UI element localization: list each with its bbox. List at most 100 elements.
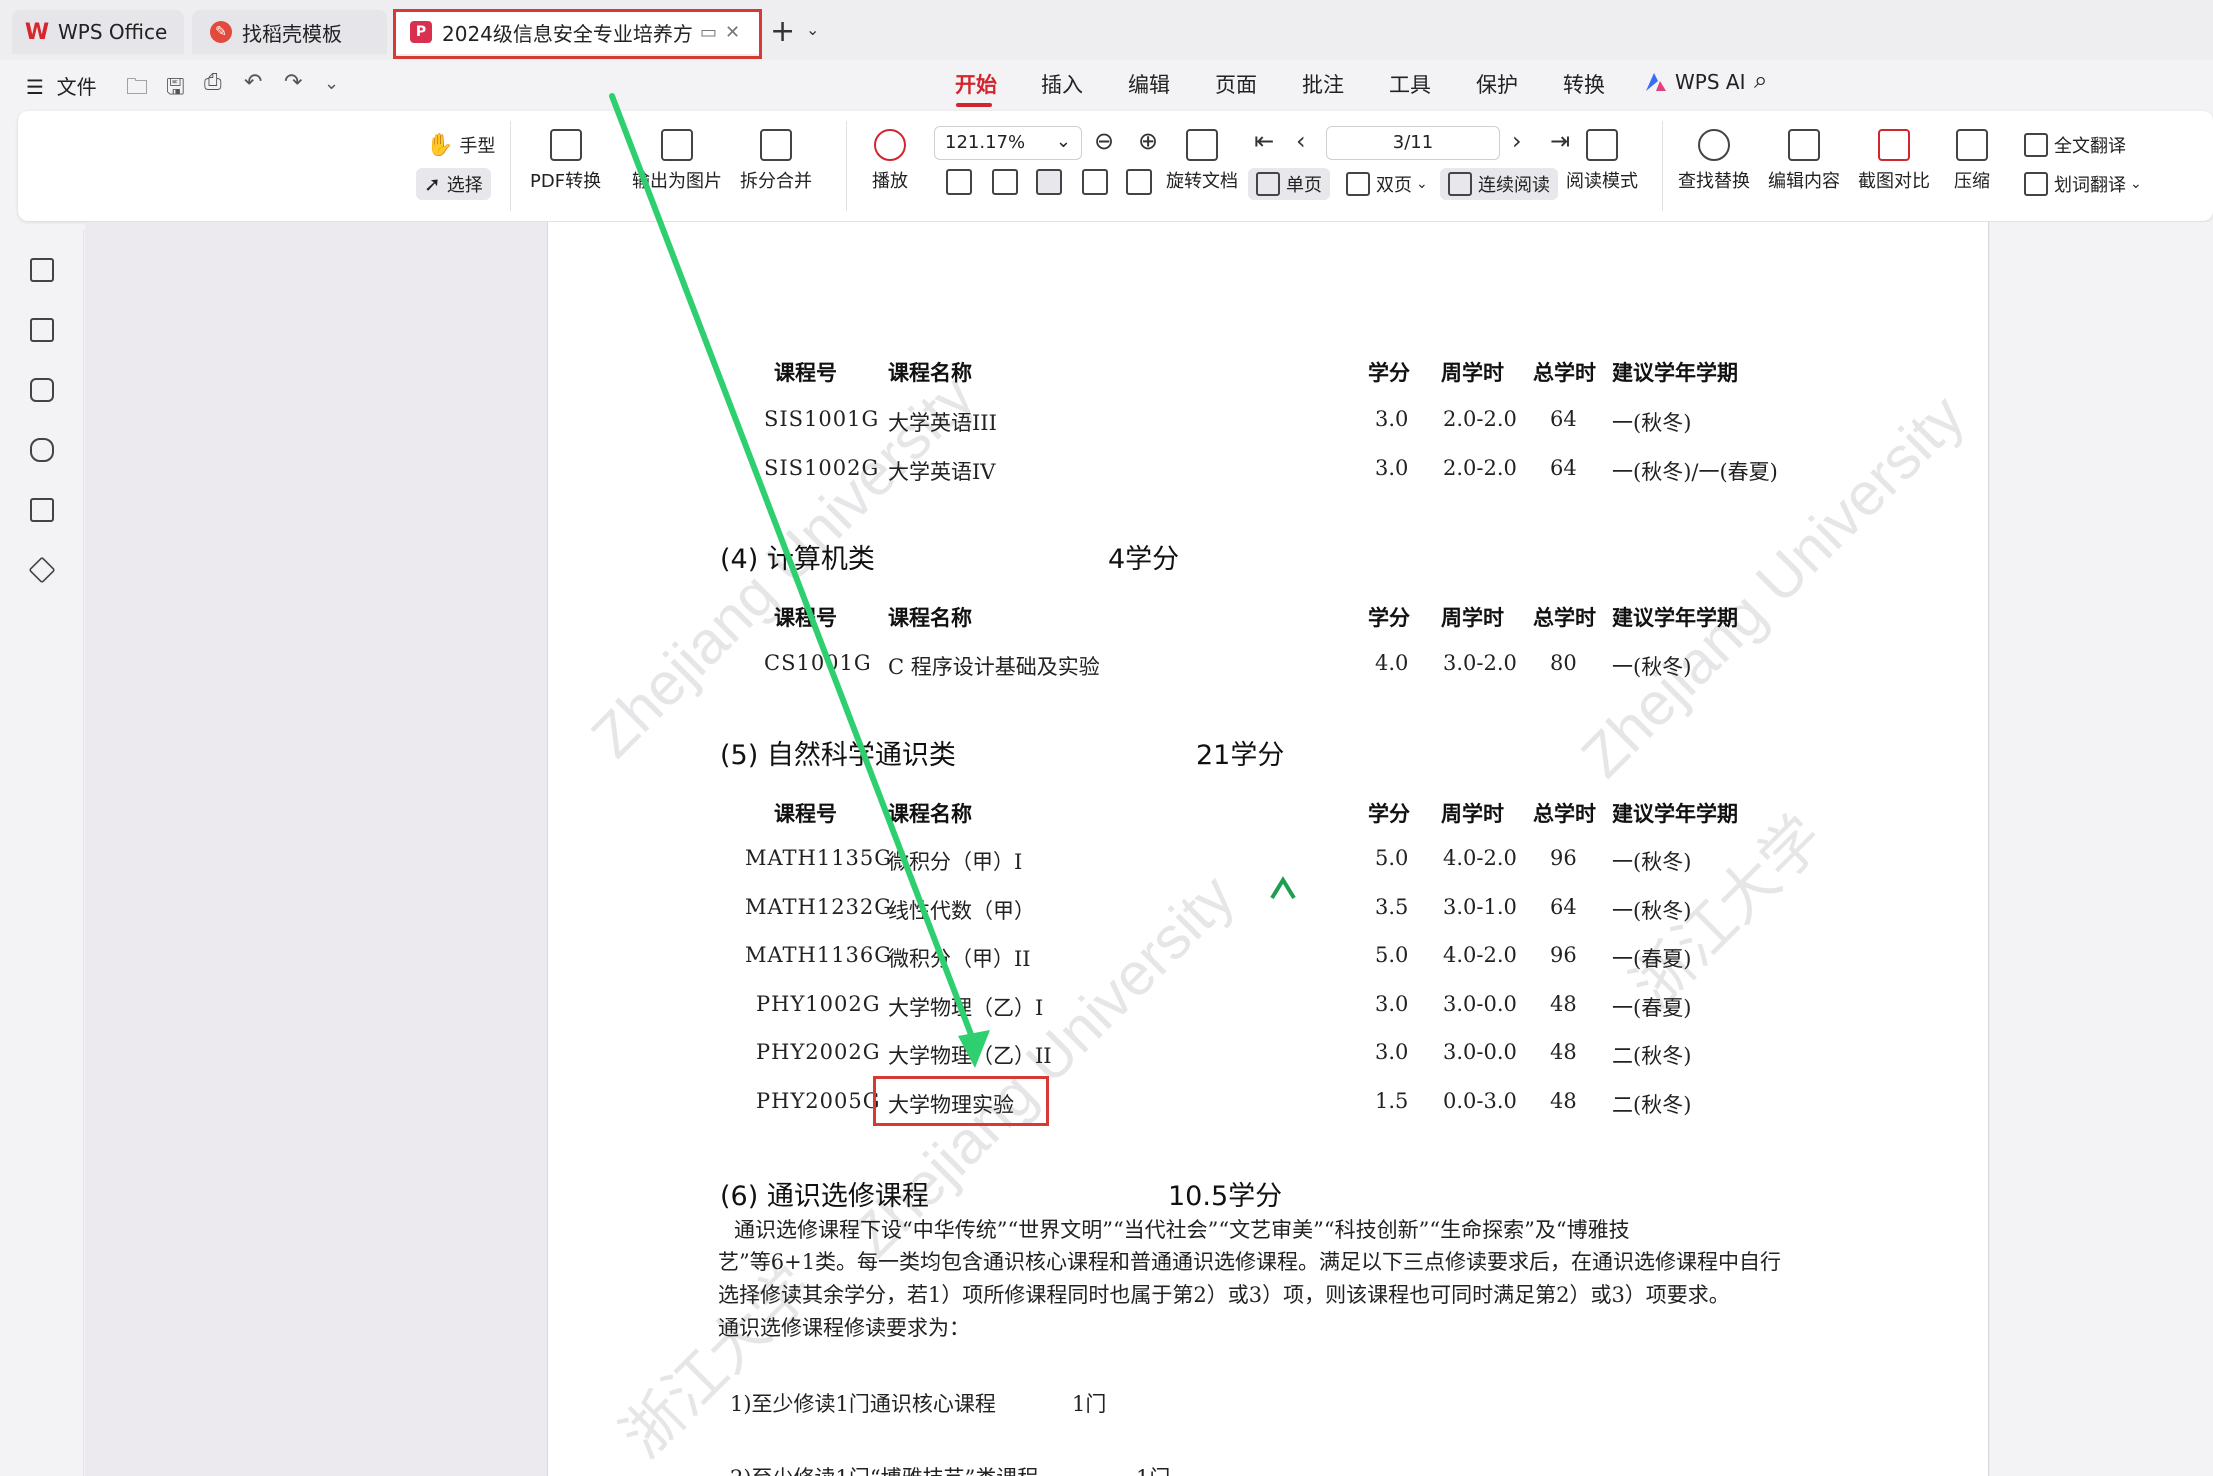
- layers-icon[interactable]: [28, 556, 56, 584]
- cell-code: MATH1232G: [745, 895, 893, 919]
- menu-edit[interactable]: 编辑: [1128, 69, 1170, 99]
- bookmark-icon[interactable]: [30, 258, 54, 282]
- select-tool-button[interactable]: ➚ 选择: [416, 168, 491, 200]
- zoom-in-icon[interactable]: ⊕: [1138, 127, 1158, 155]
- close-icon[interactable]: ✕: [725, 22, 740, 43]
- hand-tool-button[interactable]: ✋ 手型: [418, 129, 503, 161]
- fit-width-icon[interactable]: [1036, 169, 1062, 195]
- cell-name: 微积分（甲）I: [888, 850, 1023, 874]
- cell-name: 大学物理（乙）I: [888, 996, 1044, 1020]
- header-course-code: 课程号: [774, 606, 837, 630]
- chevron-down-icon[interactable]: ⌄: [806, 20, 819, 39]
- edit-content-icon: [1788, 129, 1820, 161]
- redo-icon[interactable]: ↷: [284, 70, 302, 95]
- zoom-level-select[interactable]: 121.17% ⌄: [934, 126, 1082, 160]
- continuous-reading-button[interactable]: 连续阅读: [1440, 168, 1558, 200]
- zoom-out-icon[interactable]: ⊖: [1094, 127, 1114, 155]
- menu-comment[interactable]: 批注: [1302, 69, 1344, 99]
- chevron-down-icon[interactable]: ⌄: [324, 73, 339, 94]
- cell-code: MATH1135G: [745, 846, 893, 870]
- rotate-document-button[interactable]: 旋转文档: [1166, 129, 1238, 193]
- split-merge-button[interactable]: 拆分合并: [740, 129, 812, 193]
- menu-convert[interactable]: 转换: [1563, 69, 1605, 99]
- word-translate-button[interactable]: 划词翻译 ⌄: [2016, 168, 2150, 200]
- rotate-document-label: 旋转文档: [1166, 171, 1238, 192]
- menu-start[interactable]: 开始: [955, 69, 997, 99]
- menu-tools[interactable]: 工具: [1389, 69, 1431, 99]
- page-number-input[interactable]: 3/11: [1326, 126, 1500, 160]
- comment-icon[interactable]: [30, 378, 54, 402]
- select-tool-label: 选择: [446, 175, 483, 196]
- print-icon[interactable]: ⎙: [204, 70, 222, 95]
- first-page-icon[interactable]: ⇤: [1254, 127, 1274, 155]
- new-tab-button[interactable]: +: [770, 14, 795, 49]
- signature-icon[interactable]: [30, 498, 54, 522]
- paragraph-line: 艺”等6+1类。每一类均包含通识核心课程和普通通识选修课程。满足以下三点修读要求…: [718, 1250, 1782, 1274]
- fit-page-icon[interactable]: [992, 169, 1018, 195]
- full-translate-button[interactable]: 全文翻译: [2016, 129, 2134, 161]
- menu-page[interactable]: 页面: [1215, 69, 1257, 99]
- cell-term: 一(秋冬): [1612, 655, 1692, 679]
- tab-label: WPS Office: [58, 20, 168, 44]
- chevron-down-icon: ⌄: [1416, 176, 1428, 192]
- cell-total: 64: [1550, 456, 1577, 480]
- previous-page-icon[interactable]: ‹: [1296, 127, 1306, 155]
- tab-document[interactable]: P 2024级信息安全专业培养方案 ▭ ✕: [394, 10, 760, 54]
- edit-content-button[interactable]: 编辑内容: [1768, 129, 1840, 193]
- play-button[interactable]: 播放: [872, 129, 908, 193]
- rotate-left-icon[interactable]: [1082, 169, 1108, 195]
- header-course-code: 课程号: [774, 802, 837, 826]
- cell-name: 大学物理实验: [888, 1093, 1014, 1117]
- cell-credit: 5.0: [1375, 846, 1409, 870]
- monitor-icon[interactable]: ▭: [700, 22, 717, 43]
- find-replace-button[interactable]: 查找替换: [1678, 129, 1750, 193]
- file-menu[interactable]: ☰ 文件: [26, 71, 97, 100]
- page-number-value: 3/11: [1392, 132, 1434, 153]
- cell-code: SIS1002G: [764, 456, 880, 480]
- cell-total: 48: [1550, 1040, 1577, 1064]
- save-icon[interactable]: 🖫: [166, 70, 185, 108]
- full-translate-label: 全文翻译: [2054, 136, 2126, 157]
- tab-label: 找稻壳模板: [242, 21, 342, 46]
- cell-code: SIS1001G: [764, 407, 880, 431]
- cell-weekly: 4.0-2.0: [1443, 846, 1517, 870]
- export-image-button[interactable]: 输出为图片: [632, 129, 722, 193]
- reading-mode-button[interactable]: 阅读模式: [1566, 129, 1638, 193]
- cell-credit: 3.0: [1375, 992, 1409, 1016]
- cell-credit: 3.5: [1375, 895, 1409, 919]
- compress-button[interactable]: 压缩: [1954, 129, 1990, 193]
- next-page-icon[interactable]: ›: [1512, 127, 1522, 155]
- undo-icon[interactable]: ↶: [244, 70, 262, 95]
- rotate-right-icon[interactable]: [1126, 169, 1152, 195]
- requirement-2: 2)至少修读1门“博雅技艺”类课程: [730, 1462, 1038, 1476]
- pdf-convert-icon: [549, 129, 582, 161]
- cell-credit: 5.0: [1375, 943, 1409, 967]
- docer-icon: ✎: [210, 21, 232, 43]
- cell-weekly: 4.0-2.0: [1443, 943, 1517, 967]
- menu-protect[interactable]: 保护: [1476, 69, 1518, 99]
- header-course-name: 课程名称: [888, 802, 972, 826]
- cell-name: 大学英语IV: [888, 460, 996, 484]
- header-total-hours: 总学时: [1533, 606, 1596, 630]
- search-icon[interactable]: ⌕: [1754, 66, 1767, 94]
- requirement-1-count: 1门: [1072, 1392, 1107, 1416]
- hand-tool-label: 手型: [459, 136, 496, 157]
- actual-size-icon[interactable]: [946, 169, 972, 195]
- tab-docer-templates[interactable]: ✎ 找稻壳模板: [192, 10, 387, 54]
- pdf-convert-button[interactable]: PDF转换: [530, 129, 601, 193]
- double-page-button[interactable]: 双页 ⌄: [1338, 168, 1436, 200]
- screenshot-compare-button[interactable]: 截图对比: [1858, 129, 1930, 193]
- open-folder-icon[interactable]: 🗀: [126, 70, 148, 108]
- attachment-icon[interactable]: [30, 438, 54, 462]
- menu-wps-ai[interactable]: WPS AI: [1675, 70, 1745, 94]
- cursor-icon: ➚: [424, 172, 441, 196]
- header-course-name: 课程名称: [888, 606, 972, 630]
- cell-code: MATH1136G: [745, 943, 893, 967]
- tab-wps-office[interactable]: W WPS Office: [12, 10, 184, 54]
- continuous-reading-icon: [1448, 172, 1472, 196]
- thumbnail-icon[interactable]: [30, 318, 54, 342]
- pdf-page[interactable]: Zhejiang University Zhejiang University …: [547, 222, 1989, 1476]
- single-page-button[interactable]: 单页: [1248, 168, 1330, 200]
- menu-insert[interactable]: 插入: [1041, 69, 1083, 99]
- screenshot-compare-label: 截图对比: [1858, 171, 1930, 192]
